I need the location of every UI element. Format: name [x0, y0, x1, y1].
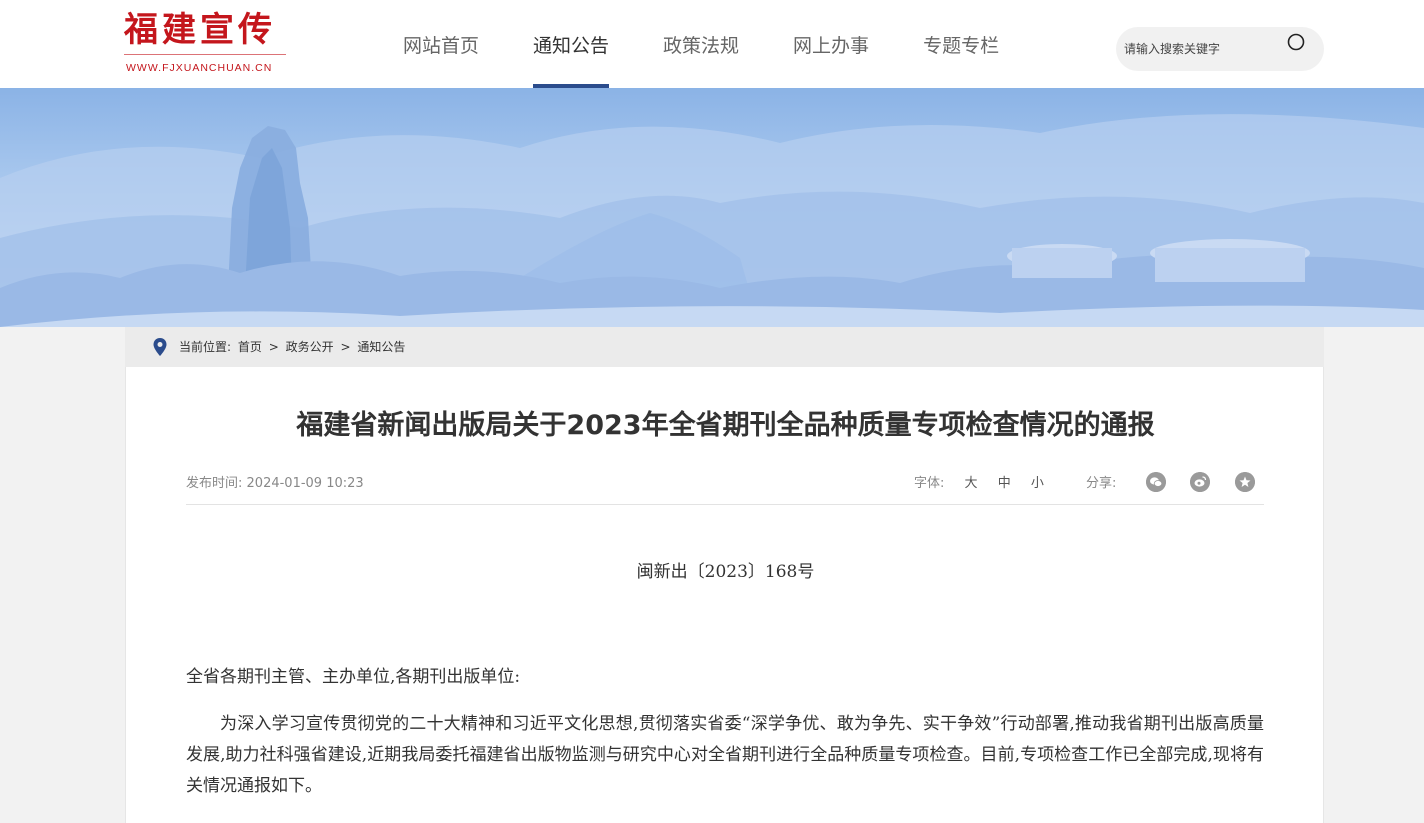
site-header: 福建宣传 WWW.FJXUANCHUAN.CN 网站首页 通知公告 政策法规 网…	[0, 0, 1424, 88]
font-size-control: 字体: 大 中 小	[914, 472, 1044, 491]
breadcrumb-separator: >	[268, 340, 279, 354]
location-pin-icon	[153, 338, 167, 356]
banner-image	[0, 88, 1424, 327]
main-nav: 网站首页 通知公告 政策法规 网上办事 专题专栏	[376, 0, 1026, 88]
document-number: 闽新出〔2023〕168号	[636, 562, 815, 582]
breadcrumb-item-home[interactable]: 首页	[238, 340, 262, 354]
banner-landscape	[0, 114, 1424, 327]
breadcrumb-item-gov-affairs[interactable]: 政务公开	[286, 340, 334, 354]
font-size-large-button[interactable]: 大	[965, 476, 978, 491]
publish-time-label: 发布时间:	[186, 476, 243, 491]
breadcrumb-trail: 当前位置: 首页 > 政务公开 > 通知公告	[179, 327, 408, 367]
wechat-icon[interactable]	[1146, 472, 1166, 492]
article-card: 福建省新闻出版局关于2023年全省期刊全品种质量专项检查情况的通报 发布时间: …	[125, 367, 1324, 823]
share-control: 分享:	[1086, 472, 1255, 492]
logo-url-text: WWW.FJXUANCHUAN.CN	[126, 62, 273, 74]
article-paragraph: 为深入学习宣传贯彻党的二十大精神和习近平文化思想,贯彻落实省委“深学争优、敢为争…	[186, 714, 1264, 796]
search-icon[interactable]	[1286, 33, 1306, 53]
font-size-small-button[interactable]: 小	[1031, 476, 1044, 491]
logo-title: 福建宣传	[124, 10, 276, 50]
qzone-icon[interactable]	[1235, 472, 1255, 492]
nav-item-notices[interactable]: 通知公告	[506, 0, 636, 88]
article-salutation: 全省各期刊主管、主办单位,各期刊出版单位:	[186, 667, 521, 687]
site-logo[interactable]: 福建宣传 WWW.FJXUANCHUAN.CN	[124, 10, 294, 80]
nav-item-special-topics[interactable]: 专题专栏	[896, 0, 1026, 88]
search-input[interactable]	[1124, 35, 1274, 63]
breadcrumb-item-notices[interactable]: 通知公告	[357, 340, 405, 354]
font-size-medium-button[interactable]: 中	[998, 476, 1011, 491]
breadcrumb: 当前位置: 首页 > 政务公开 > 通知公告	[125, 327, 1324, 367]
breadcrumb-separator: >	[340, 340, 351, 354]
breadcrumb-prefix: 当前位置:	[179, 340, 232, 354]
nav-item-online-services[interactable]: 网上办事	[766, 0, 896, 88]
logo-divider	[124, 54, 286, 55]
share-label: 分享:	[1086, 476, 1117, 491]
publish-time: 发布时间: 2024-01-09 10:23	[186, 472, 364, 491]
nav-item-policies[interactable]: 政策法规	[636, 0, 766, 88]
font-size-label: 字体:	[914, 476, 945, 491]
meta-divider	[186, 504, 1264, 505]
nav-item-home[interactable]: 网站首页	[376, 0, 506, 88]
article-title: 福建省新闻出版局关于2023年全省期刊全品种质量专项检查情况的通报	[296, 410, 1155, 441]
article-meta: 发布时间: 2024-01-09 10:23 字体: 大 中 小 分享:	[186, 470, 1264, 494]
weibo-icon[interactable]	[1190, 472, 1210, 492]
publish-time-value: 2024-01-09 10:23	[246, 476, 364, 491]
